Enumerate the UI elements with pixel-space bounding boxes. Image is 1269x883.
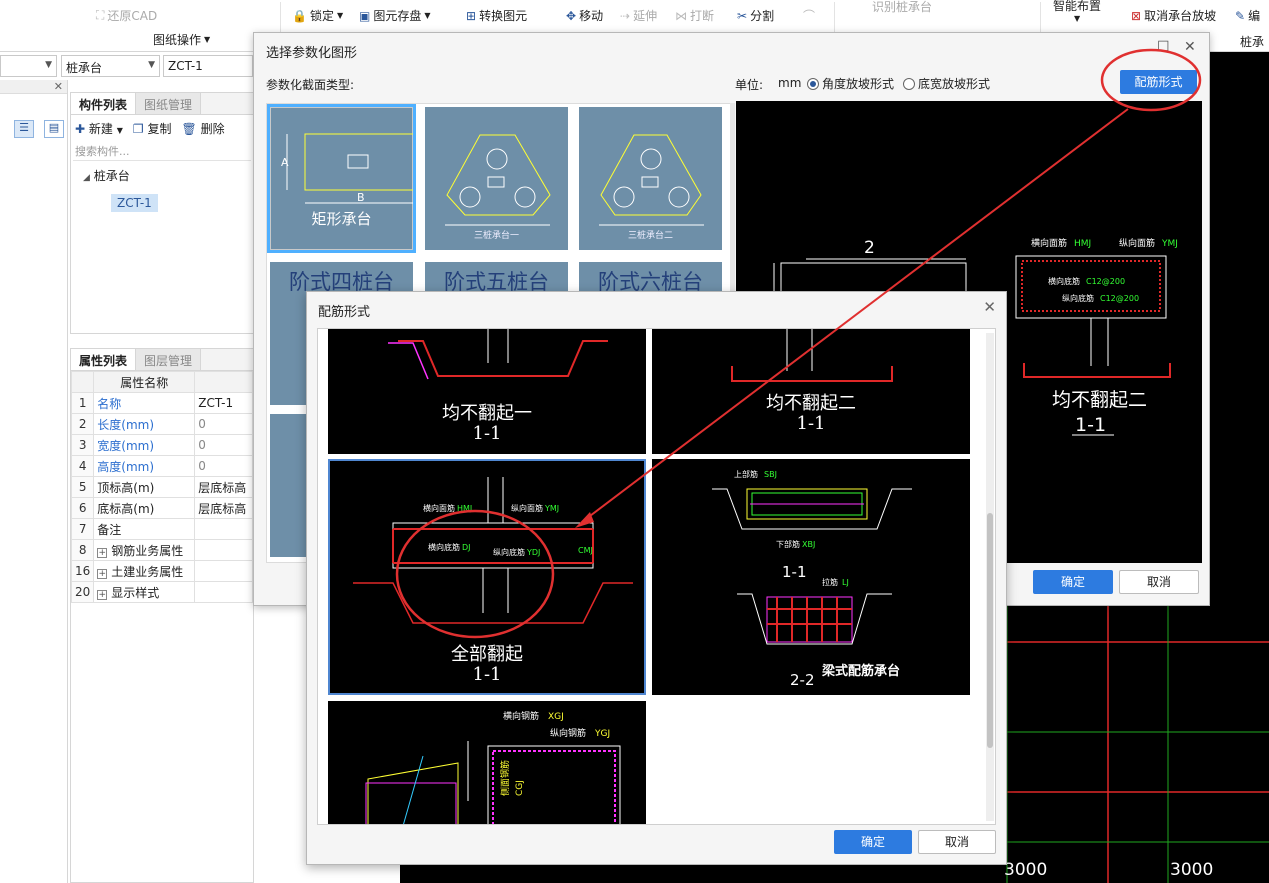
- highlight-circle: [1100, 48, 1202, 112]
- annotation-overlay: [395, 48, 1202, 639]
- highlight-circle: [395, 509, 555, 639]
- arrow-line: [581, 108, 1129, 523]
